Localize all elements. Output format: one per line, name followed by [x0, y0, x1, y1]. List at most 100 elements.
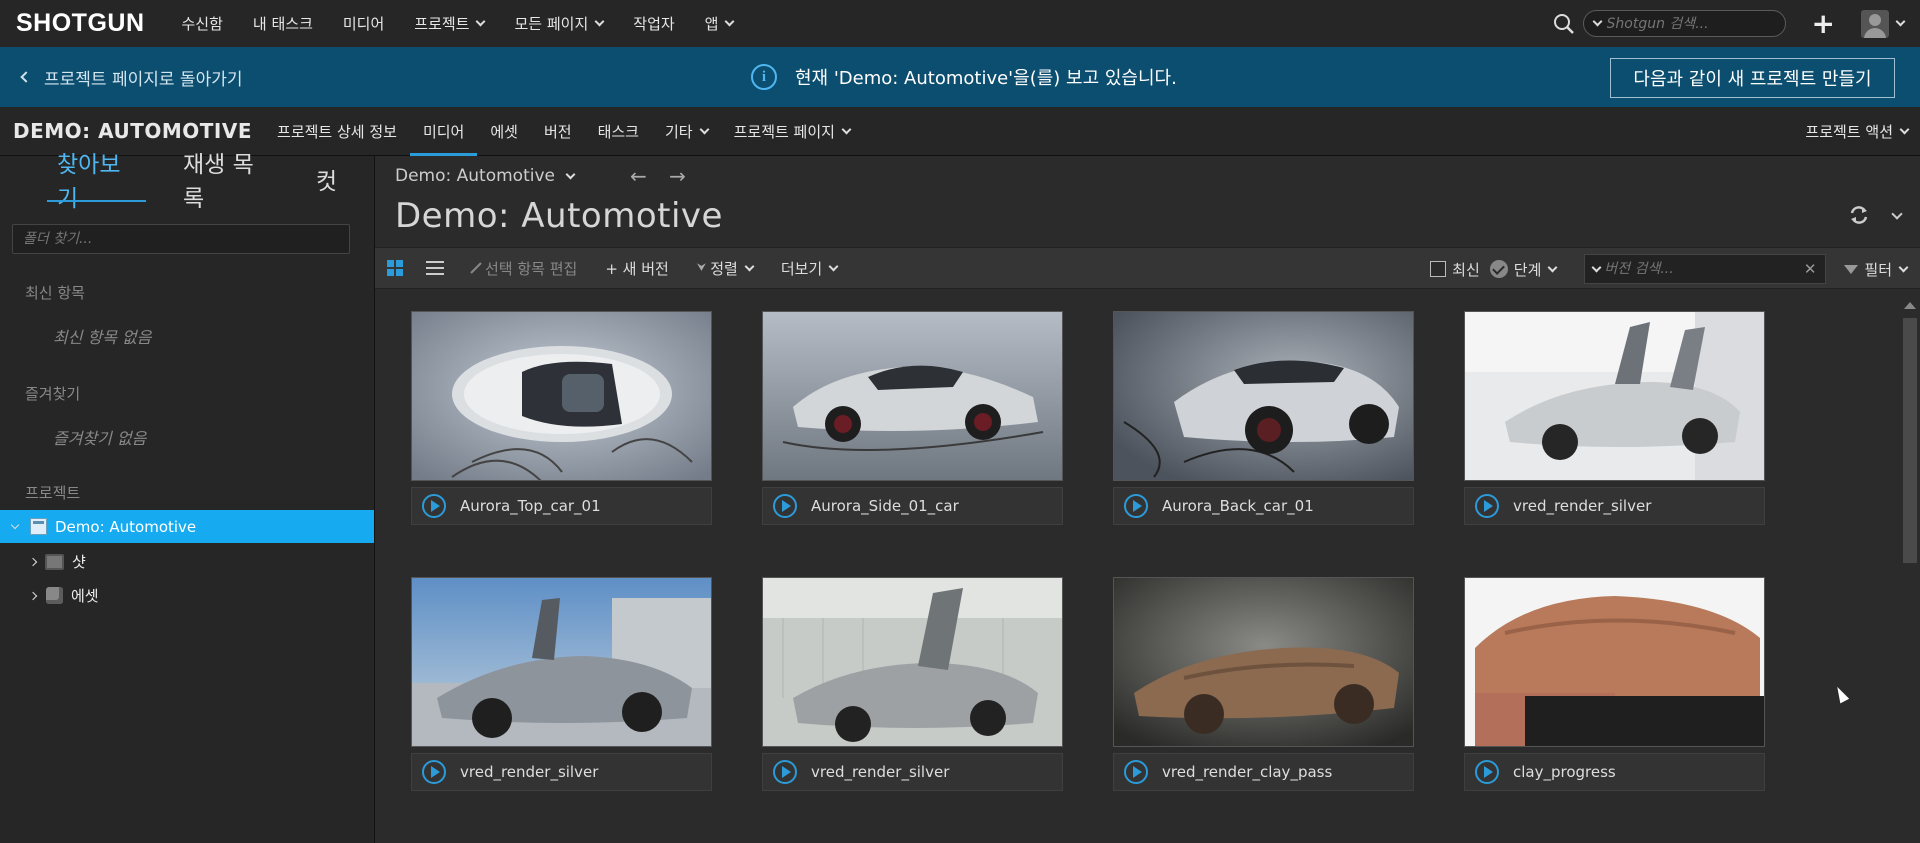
- nav-projects[interactable]: 프로젝트: [414, 13, 486, 34]
- toolbar-right: 최신 단계 ✕ 필터: [1416, 248, 1920, 290]
- version-card[interactable]: vred_render_silver: [411, 577, 712, 791]
- nav-all-pages[interactable]: 모든 페이지: [514, 13, 605, 34]
- tab-assets[interactable]: 에셋: [477, 107, 531, 156]
- avatar[interactable]: [1861, 9, 1889, 38]
- scroll-thumb[interactable]: [1903, 318, 1917, 563]
- chevron-down-icon: [699, 124, 710, 134]
- version-thumbnail[interactable]: [411, 577, 712, 747]
- history-arrows[interactable]: ← →: [630, 164, 694, 188]
- back-to-projects-link[interactable]: 프로젝트 페이지로 돌아가기: [20, 65, 243, 90]
- list-icon: [426, 261, 444, 275]
- chevron-right-icon[interactable]: [28, 557, 38, 566]
- nav-inbox[interactable]: 수신함: [182, 13, 223, 34]
- edit-selected-button[interactable]: 선택 항목 편집: [469, 258, 577, 279]
- tab-cuts[interactable]: 컷: [306, 156, 347, 202]
- shotgun-logo[interactable]: SHOTGUN: [16, 9, 145, 38]
- scroll-up-arrow-icon[interactable]: [1904, 302, 1916, 309]
- filter-menu[interactable]: 필터: [1844, 259, 1909, 280]
- tab-versions[interactable]: 버전: [531, 107, 585, 156]
- global-search[interactable]: [1582, 10, 1786, 37]
- grid-view-button[interactable]: [375, 247, 415, 289]
- version-label[interactable]: Aurora_Back_car_01: [1113, 487, 1414, 525]
- nav-my-tasks-label: 내 태스크: [252, 15, 313, 33]
- nav-my-tasks[interactable]: 내 태스크: [253, 13, 313, 34]
- chevron-down-icon[interactable]: [10, 520, 20, 529]
- nav-media[interactable]: 미디어: [343, 13, 384, 34]
- more-menu[interactable]: 더보기: [781, 258, 839, 279]
- step-menu[interactable]: 단계: [1489, 259, 1558, 280]
- version-label[interactable]: Aurora_Top_car_01: [411, 487, 712, 525]
- version-label[interactable]: vred_render_silver: [1464, 487, 1765, 525]
- chevron-down-icon[interactable]: [1891, 208, 1903, 220]
- tree-item-label: 샷: [72, 553, 86, 571]
- tab-project-details[interactable]: 프로젝트 상세 정보: [264, 107, 410, 156]
- folder-search[interactable]: [12, 224, 350, 254]
- version-label[interactable]: Aurora_Side_01_car: [762, 487, 1063, 525]
- nav-apps[interactable]: 앱: [705, 13, 735, 34]
- tab-project-pages[interactable]: 프로젝트 페이지: [721, 107, 863, 156]
- tree-item-shots[interactable]: 샷: [0, 545, 374, 578]
- play-icon[interactable]: [1124, 760, 1148, 784]
- version-card[interactable]: vred_render_silver: [762, 577, 1063, 791]
- global-search-input[interactable]: [1606, 15, 1767, 32]
- version-card[interactable]: vred_render_clay_pass: [1113, 577, 1414, 791]
- tab-other[interactable]: 기타: [652, 107, 721, 156]
- recent-heading: 최신 항목: [25, 284, 85, 302]
- project-title[interactable]: DEMO: AUTOMOTIVE: [13, 119, 252, 143]
- version-thumbnail[interactable]: [1464, 311, 1765, 481]
- create-plus-button[interactable]: +: [1812, 9, 1835, 38]
- breadcrumb[interactable]: Demo: Automotive: [395, 166, 576, 186]
- version-search[interactable]: ✕: [1584, 254, 1827, 284]
- play-icon[interactable]: [773, 760, 797, 784]
- version-search-input[interactable]: [1604, 261, 1785, 277]
- create-project-like-this-button[interactable]: 다음과 같이 새 프로젝트 만들기: [1610, 58, 1895, 98]
- version-card[interactable]: Aurora_Back_car_01: [1113, 311, 1414, 525]
- play-icon[interactable]: [1124, 494, 1148, 518]
- version-thumbnail[interactable]: [1113, 311, 1414, 481]
- play-icon[interactable]: [422, 494, 446, 518]
- play-icon[interactable]: [773, 494, 797, 518]
- refresh-icon[interactable]: [1848, 204, 1870, 226]
- version-thumbnail[interactable]: [1464, 577, 1765, 747]
- version-label[interactable]: vred_render_silver: [411, 753, 712, 791]
- list-view-button[interactable]: [415, 247, 455, 289]
- search-scope-chevron-icon[interactable]: [1591, 262, 1602, 272]
- version-thumbnail[interactable]: [762, 311, 1063, 481]
- chevron-right-icon[interactable]: [28, 591, 38, 600]
- nav-people[interactable]: 작업자: [633, 13, 674, 34]
- version-card[interactable]: vred_render_silver: [1464, 311, 1765, 525]
- version-thumbnail[interactable]: [411, 311, 712, 481]
- search-scope-chevron-icon[interactable]: [1592, 16, 1602, 27]
- version-label[interactable]: clay_progress: [1464, 753, 1765, 791]
- version-card[interactable]: Aurora_Side_01_car: [762, 311, 1063, 525]
- version-thumbnail[interactable]: [762, 577, 1063, 747]
- tab-browse[interactable]: 찾아보기: [47, 152, 146, 212]
- nav-inbox-label: 수신함: [181, 15, 223, 33]
- tab-tasks[interactable]: 태스크: [585, 107, 652, 156]
- user-menu-chevron-icon[interactable]: [1895, 16, 1906, 27]
- new-version-button[interactable]: + 새 버전: [605, 258, 669, 279]
- play-icon[interactable]: [1475, 760, 1499, 784]
- sort-menu[interactable]: ⮟ 정렬: [697, 258, 755, 279]
- tab-playlists[interactable]: 재생 목록: [173, 152, 279, 212]
- grid-scrollbar[interactable]: [1898, 296, 1920, 843]
- tree-item-project[interactable]: Demo: Automotive: [0, 510, 374, 543]
- version-thumbnail[interactable]: [1113, 577, 1414, 747]
- project-actions-menu[interactable]: 프로젝트 액션: [1805, 107, 1910, 156]
- search-icon[interactable]: [1553, 13, 1575, 35]
- clear-search-icon[interactable]: ✕: [1804, 260, 1817, 278]
- version-card[interactable]: Aurora_Top_car_01: [411, 311, 712, 525]
- play-icon[interactable]: [422, 760, 446, 784]
- latest-toggle[interactable]: 최신: [1430, 259, 1480, 280]
- version-card[interactable]: clay_progress: [1464, 577, 1765, 791]
- version-label[interactable]: vred_render_silver: [762, 753, 1063, 791]
- projects-heading: 프로젝트: [25, 484, 81, 502]
- tree-item-assets[interactable]: 에셋: [0, 579, 374, 612]
- tab-media[interactable]: 미디어: [409, 107, 478, 156]
- folder-search-input[interactable]: [23, 231, 343, 247]
- play-icon[interactable]: [1475, 494, 1499, 518]
- chevron-down-icon: [841, 124, 852, 134]
- latest-checkbox[interactable]: [1430, 261, 1447, 277]
- banner-message: i 현재 'Demo: Automotive'을(를) 보고 있습니다.: [751, 47, 1177, 107]
- version-label[interactable]: vred_render_clay_pass: [1113, 753, 1414, 791]
